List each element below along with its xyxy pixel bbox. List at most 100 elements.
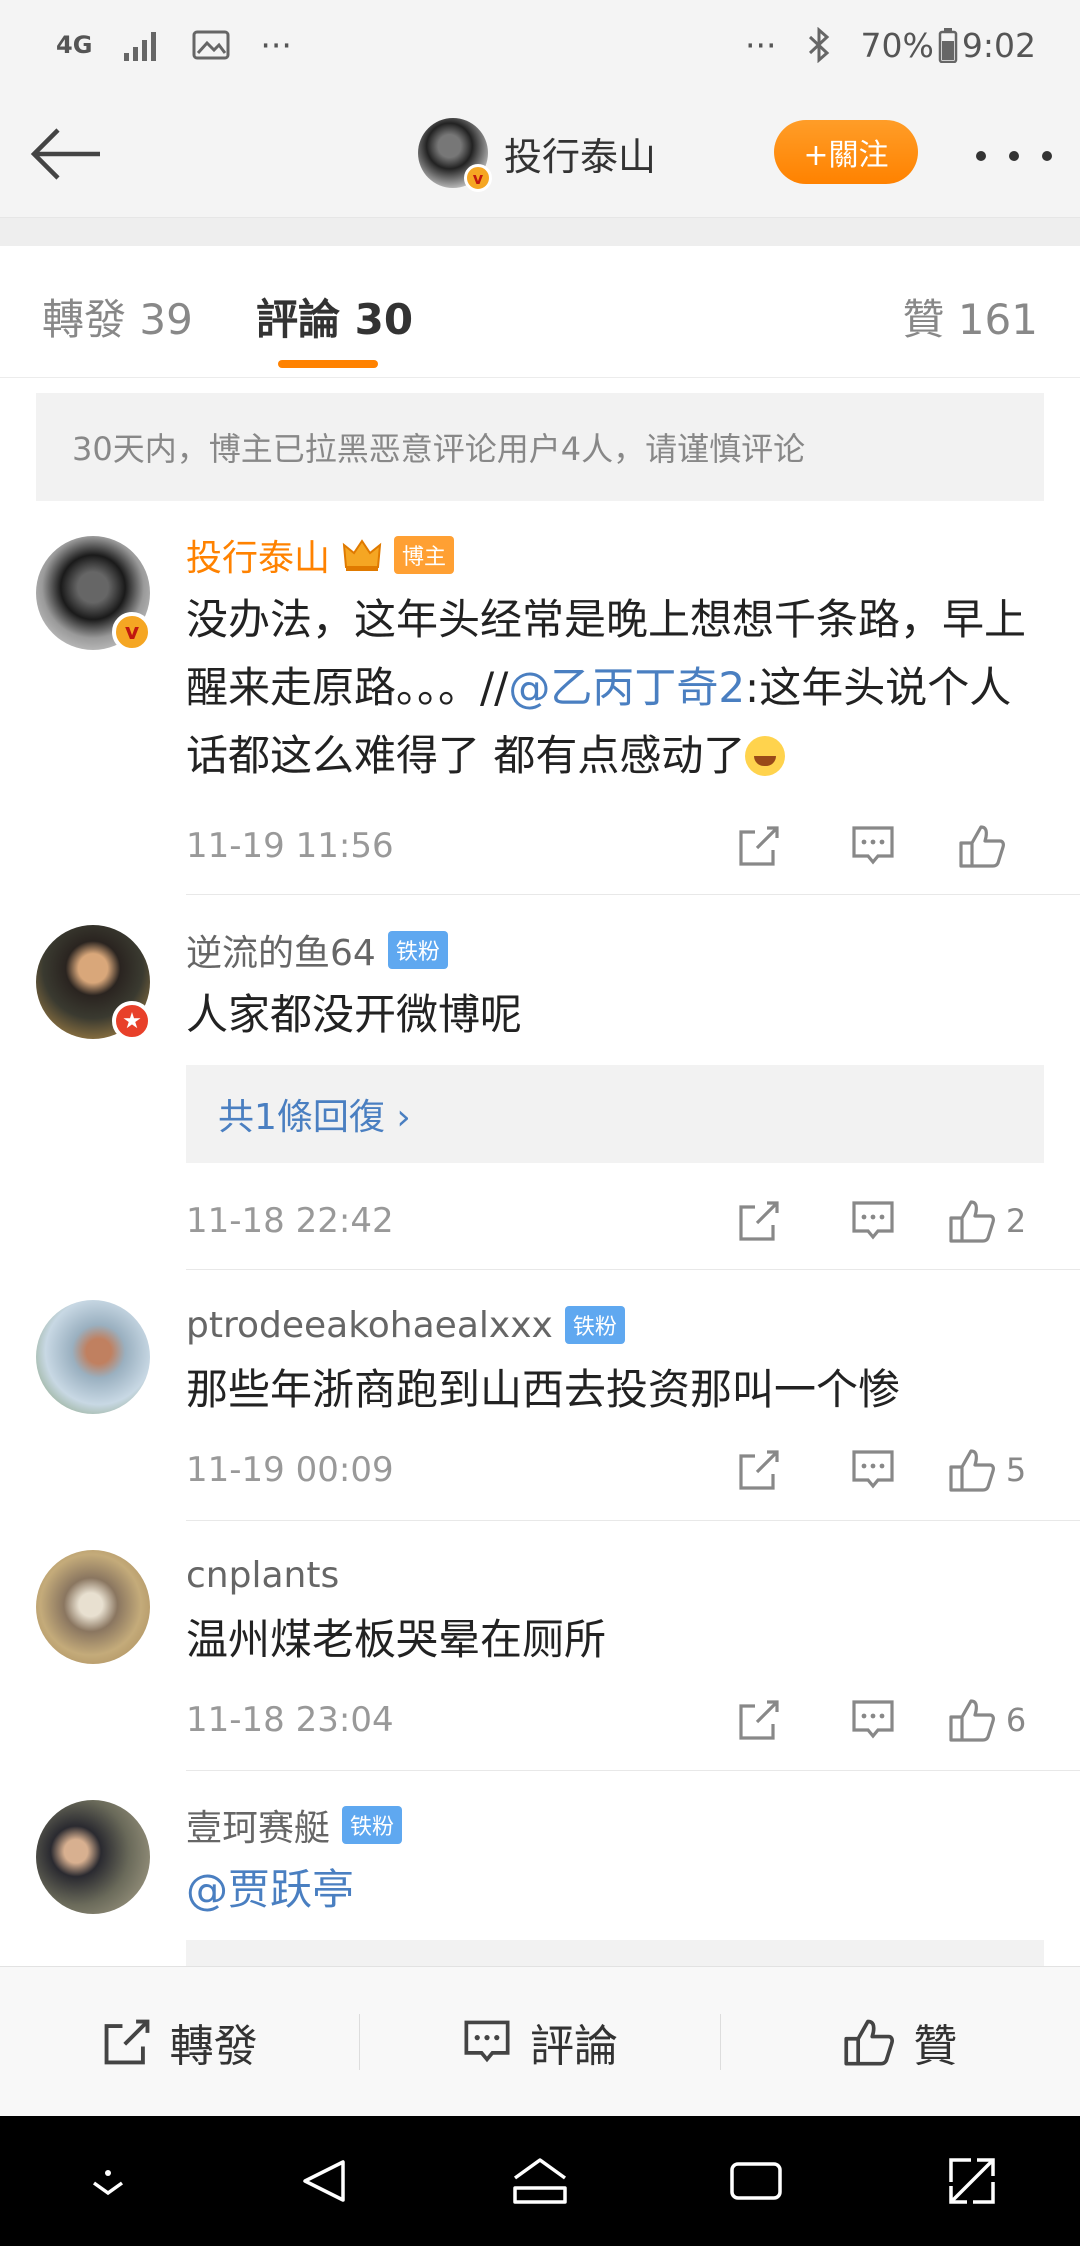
nav-recents-button[interactable] [711,2136,801,2226]
like-button[interactable]: 6 [930,1697,1044,1743]
reply-button[interactable] [816,824,930,868]
signal-icon [124,32,157,61]
fan-badge: 铁粉 [342,1806,403,1844]
share-button[interactable] [702,824,816,868]
comment-text: @贾跃亭 [186,1856,1044,1924]
dot-icon [976,151,986,161]
share-icon [739,826,779,866]
notice-banner: 30天内，博主已拉黑恶意评论用户4人，请谨慎评论 [36,393,1044,501]
avatar[interactable] [36,1550,150,1664]
back-triangle-icon [303,2160,345,2202]
mention-link[interactable]: @乙丙丁奇2 [508,663,745,712]
tab-bar: 轉發 39 評論 30 贊 161 [0,246,1080,378]
avatar: v [418,118,492,192]
like-count: 2 [1005,1202,1027,1240]
avatar[interactable]: v [36,536,152,652]
bottom-action-bar: 轉發 評論 贊 [0,1966,1080,2116]
like-button[interactable]: 2 [930,1198,1044,1244]
comment-time: 11-19 00:09 [186,1450,394,1490]
divider [186,1770,1080,1771]
share-button[interactable] [702,1698,816,1742]
comment-time: 11-19 11:56 [186,826,394,866]
status-bar: 4G ··· ··· 70% 9:02 [0,0,1080,90]
expand-icon [949,2158,995,2204]
comment-text: 那些年浙商跑到山西去投资那叫一个惨 [186,1365,901,1414]
top-nav-bar: v 投行泰山 +關注 [0,90,1080,218]
thumbs-up-icon [959,825,1005,868]
more-options-button[interactable] [976,136,1052,176]
nav-back-button[interactable] [279,2136,369,2226]
divider [186,1269,1080,1270]
section-separator [0,218,1080,246]
dot-icon [1009,151,1019,161]
commenter-name[interactable]: 逆流的鱼64 [186,924,376,976]
comment-time: 11-18 22:42 [186,1201,394,1241]
thumbs-up-icon [844,2019,895,2066]
dot-icon [1042,151,1052,161]
commenter-name[interactable]: 壹珂赛艇 [186,1799,330,1851]
follow-button[interactable]: +關注 [774,120,918,184]
commenter-name[interactable]: 投行泰山 [186,529,330,581]
comment-text: 没办法，这年头经常是晚上想想千条路，早上醒来走原路。。。//@乙丙丁奇2:这年头… [186,595,1027,780]
avatar[interactable] [36,1800,150,1914]
fan-badge: 铁粉 [387,931,448,969]
battery-percent: 70% [860,25,934,65]
share-icon [104,2019,150,2064]
hide-keyboard-button[interactable] [63,2136,153,2226]
divider [186,894,1080,895]
reply-button[interactable] [816,1199,930,1243]
home-icon [513,2158,567,2204]
mention-link[interactable]: @贾跃亭 [186,1865,354,1914]
clock: 9:02 [961,25,1036,65]
share-icon [739,1700,779,1740]
like-button[interactable]: 贊 [721,1967,1080,2116]
nav-home-button[interactable] [495,2136,585,2226]
nav-expand-button[interactable] [927,2136,1017,2226]
tab-comments[interactable]: 評論 30 [256,286,413,347]
share-button[interactable] [702,1199,816,1243]
share-button[interactable] [702,1448,816,1492]
comment-text: 温州煤老板哭晕在厕所 [186,1615,607,1664]
star-badge-icon: ★ [112,1001,152,1041]
fan-badge: 铁粉 [564,1306,625,1344]
like-count: 5 [1005,1451,1027,1489]
repost-button[interactable]: 轉發 [0,1967,359,2116]
comment-icon [852,1700,894,1739]
commenter-name[interactable]: cnplants [186,1555,339,1596]
author-badge: 博主 [394,536,455,574]
comment-icon [852,826,894,865]
avatar[interactable] [36,1300,150,1414]
battery-icon [938,28,958,63]
image-notification-icon [192,30,230,60]
share-icon [739,1450,779,1490]
like-button[interactable]: 5 [930,1447,1044,1493]
commenter-name[interactable]: ptrodeeakohaealxxx [186,1305,553,1346]
comment-button[interactable]: 評論 [360,1967,719,2116]
recents-icon [730,2162,782,2200]
nav-user[interactable]: v 投行泰山 [418,118,656,192]
thumbs-up-icon [949,1699,995,1742]
more-status-icon: ··· [745,25,777,65]
thumbs-up-icon [949,1449,995,1492]
verified-icon: v [464,164,492,192]
reply-button[interactable] [816,1698,930,1742]
thumbs-up-icon [949,1200,995,1243]
like-count: 6 [1005,1701,1027,1739]
back-button[interactable] [26,118,106,190]
tab-repost[interactable]: 轉發 39 [42,286,193,347]
avatar[interactable]: ★ [36,925,152,1041]
comment-icon [464,2020,510,2062]
back-arrow-icon [30,128,100,180]
network-indicator: 4G [56,31,93,59]
share-icon [739,1201,779,1241]
like-button[interactable] [930,823,1044,869]
system-nav-bar [0,2116,1080,2246]
more-notifications-icon: ··· [260,25,292,65]
view-replies-button[interactable]: 共1條回復 › [186,1065,1044,1163]
reply-button[interactable] [816,1448,930,1492]
tab-likes[interactable]: 贊 161 [902,286,1038,347]
comment-time: 11-18 23:04 [186,1700,394,1740]
divider [186,1520,1080,1521]
laughing-crying-emoji-icon [745,736,786,776]
active-tab-indicator [278,360,378,368]
